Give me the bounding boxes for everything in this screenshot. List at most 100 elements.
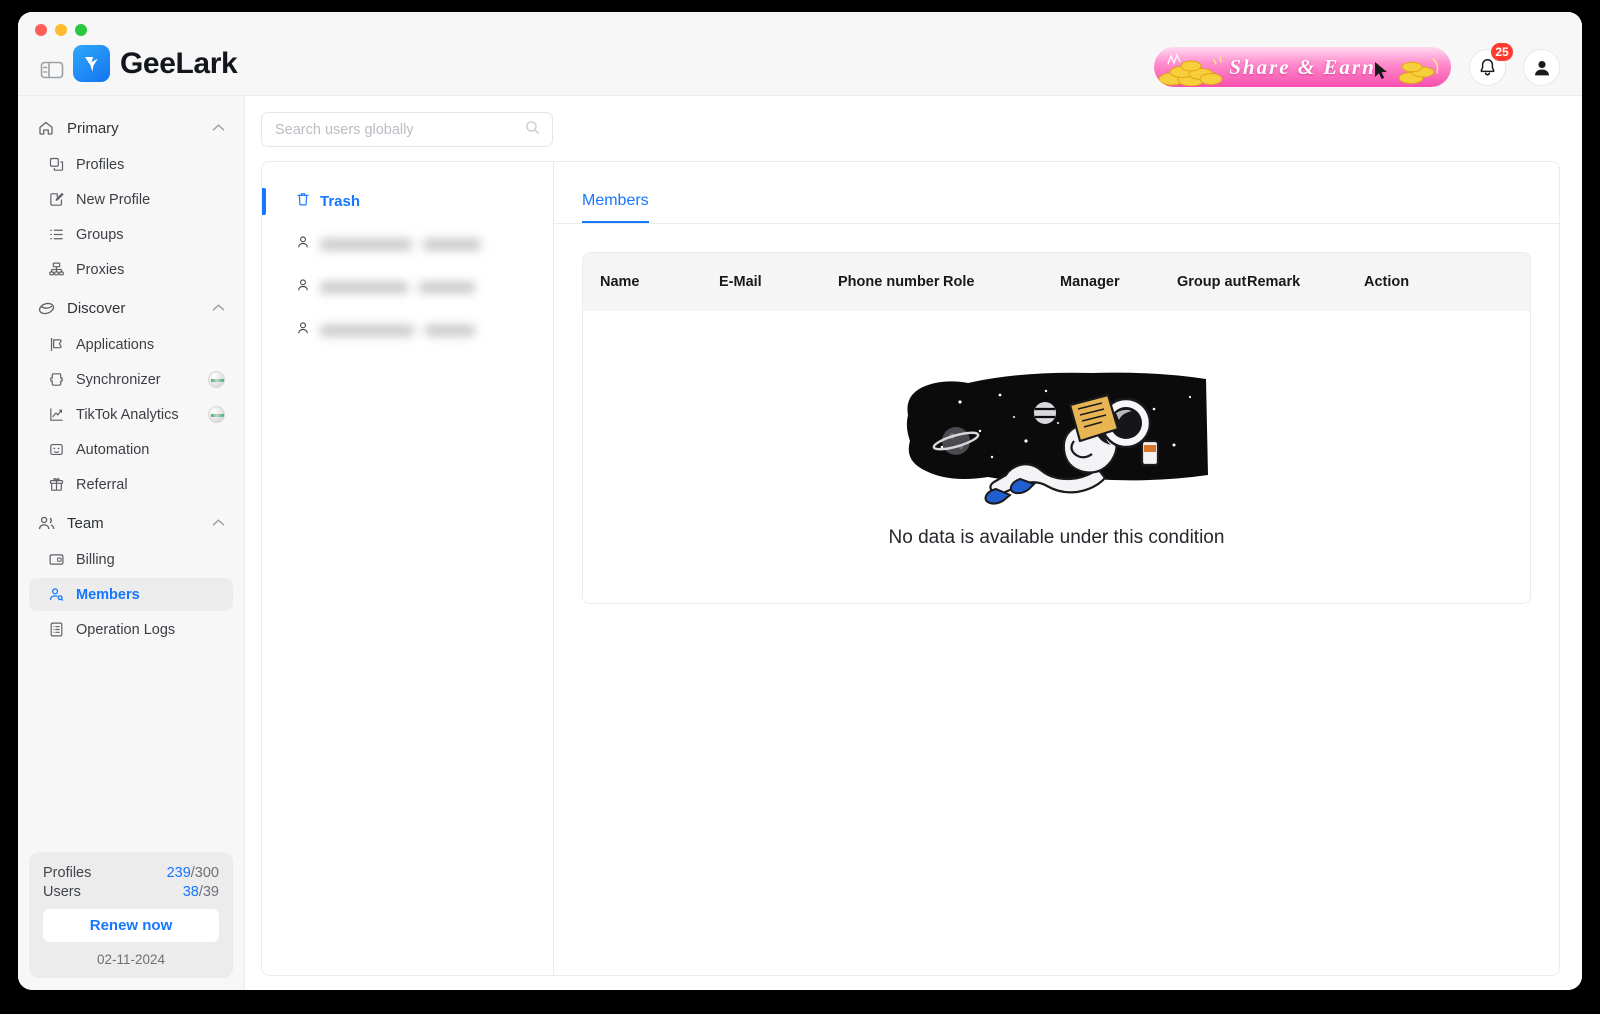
close-window-button[interactable] <box>35 24 47 36</box>
chevron-up-icon[interactable] <box>212 299 225 317</box>
sidebar-item-label: Profiles <box>76 156 125 173</box>
renew-now-button[interactable]: Renew now <box>43 909 219 942</box>
column-header-manager[interactable]: Manager <box>1060 274 1177 290</box>
quota-users-row: Users 38/39 <box>43 884 219 900</box>
bell-icon <box>1480 59 1495 76</box>
new-profile-icon <box>48 191 67 208</box>
tree-item-user-redacted[interactable] <box>262 309 553 352</box>
redacted-user-name <box>320 325 475 336</box>
tree-item-user-redacted[interactable] <box>262 223 553 266</box>
maximize-window-button[interactable] <box>75 24 87 36</box>
sidebar-item-referral[interactable]: Referral <box>29 468 233 501</box>
tree-item-trash[interactable]: Trash <box>262 180 553 223</box>
brand: GeeLark <box>73 45 238 82</box>
team-people-icon <box>37 514 57 533</box>
sidebar-toggle-icon[interactable] <box>39 59 65 81</box>
quota-profiles-label: Profiles <box>43 865 92 881</box>
sidebar-item-members[interactable]: Members <box>29 578 233 611</box>
planet-small-icon <box>1033 402 1056 424</box>
window-traffic-lights <box>35 24 87 36</box>
sidebar-item-automation[interactable]: Automation <box>29 433 233 466</box>
notifications-button[interactable]: 25 <box>1469 43 1513 86</box>
sidebar-group-label: Discover <box>67 299 126 317</box>
user-avatar-button[interactable] <box>1523 49 1560 86</box>
sidebar-item-label: Synchronizer <box>76 371 161 388</box>
sidebar-nav: Primary Profiles New Profile Groups Prox… <box>18 106 244 852</box>
astronaut-reading-in-space-icon <box>906 372 1208 505</box>
search-users-box[interactable] <box>261 112 553 147</box>
members-person-icon <box>48 586 67 603</box>
sidebar-item-new-profile[interactable]: New Profile <box>29 183 233 216</box>
sidebar-item-label: Operation Logs <box>76 621 176 638</box>
column-header-phone[interactable]: Phone number <box>838 274 943 290</box>
redacted-user-name <box>320 239 481 250</box>
members-table: Name E-Mail Phone number Role Manager Gr… <box>582 252 1531 604</box>
sidebar-group-discover[interactable]: Discover <box>29 291 233 325</box>
panes: Trash Members Name E-Mail Phone number R… <box>261 161 1560 976</box>
search-icon[interactable] <box>524 119 541 141</box>
sidebar-item-label: Automation <box>76 441 150 458</box>
share-and-earn-banner[interactable]: Share & Earn <box>1154 47 1451 87</box>
sidebar-item-label: Members <box>76 586 140 603</box>
column-header-remark[interactable]: Remark <box>1247 274 1364 290</box>
sidebar-item-label: Referral <box>76 476 128 493</box>
column-header-group-authorization[interactable]: Group authoriz <box>1177 274 1247 290</box>
sidebar-item-proxies[interactable]: Proxies <box>29 253 233 286</box>
sidebar-item-tiktok-analytics[interactable]: TikTok Analytics <box>29 398 233 431</box>
tab-bar: Members <box>554 162 1559 224</box>
chevron-up-icon[interactable] <box>212 514 225 532</box>
trash-icon <box>295 191 311 212</box>
tab-members[interactable]: Members <box>582 192 649 223</box>
search-input[interactable] <box>275 121 524 138</box>
quota-users-total: /39 <box>198 884 219 900</box>
synchronizer-icon <box>48 371 67 388</box>
cursor-icon <box>1375 62 1387 79</box>
tree-item-user-redacted[interactable] <box>262 266 553 309</box>
table-header-row: Name E-Mail Phone number Role Manager Gr… <box>583 253 1530 311</box>
quota-card: Profiles 239/300 Users 38/39 Renew now 0… <box>29 852 233 978</box>
coins-icon <box>1398 58 1439 84</box>
column-header-role[interactable]: Role <box>943 274 1060 290</box>
sidebar-item-operation-logs[interactable]: Operation Logs <box>29 613 233 646</box>
tree-item-label: Trash <box>320 193 361 210</box>
user-avatar-icon <box>1534 60 1549 75</box>
sidebar-item-label: Applications <box>76 336 155 353</box>
person-icon <box>295 277 311 298</box>
column-header-action[interactable]: Action <box>1364 274 1464 290</box>
quota-profiles-used: 239 <box>166 865 191 881</box>
sidebar-item-label: TikTok Analytics <box>76 406 179 423</box>
quota-users-label: Users <box>43 884 81 900</box>
sidebar-item-profiles[interactable]: Profiles <box>29 148 233 181</box>
groups-list-icon <box>48 226 67 243</box>
quota-profiles-total: /300 <box>190 865 219 881</box>
titlebar: GeeLark Share & Earn 25 <box>18 12 1582 96</box>
analytics-chart-icon <box>48 406 67 423</box>
sidebar-group-label: Team <box>67 514 104 532</box>
sidebar-item-synchronizer[interactable]: Synchronizer <box>29 363 233 396</box>
quota-users-value: 38/39 <box>183 884 219 900</box>
sidebar-item-label: Proxies <box>76 261 125 278</box>
minimize-window-button[interactable] <box>55 24 67 36</box>
user-tree-pane: Trash <box>261 161 553 976</box>
quota-expiry-date: 02-11-2024 <box>96 952 166 967</box>
app-window: GeeLark Share & Earn 25 Primary Profiles… <box>18 12 1582 990</box>
column-header-email[interactable]: E-Mail <box>719 274 838 290</box>
discover-cloud-icon <box>37 299 57 318</box>
sidebar-item-label: Groups <box>76 226 124 243</box>
sidebar-group-primary[interactable]: Primary <box>29 111 233 145</box>
proxies-network-icon <box>48 261 67 278</box>
sidebar-item-label: New Profile <box>76 191 151 208</box>
body: Primary Profiles New Profile Groups Prox… <box>18 96 1582 990</box>
applications-icon <box>48 336 67 353</box>
person-icon <box>295 320 311 341</box>
sidebar-item-groups[interactable]: Groups <box>29 218 233 251</box>
sidebar-item-billing[interactable]: Billing <box>29 543 233 576</box>
chevron-up-icon[interactable] <box>212 119 225 137</box>
sidebar-item-applications[interactable]: Applications <box>29 328 233 361</box>
new-feature-badge <box>208 406 225 423</box>
billing-card-icon <box>48 551 67 568</box>
sidebar-group-team[interactable]: Team <box>29 506 233 540</box>
column-header-name[interactable]: Name <box>600 274 719 290</box>
notification-badge: 25 <box>1491 43 1513 61</box>
members-pane: Members Name E-Mail Phone number Role Ma… <box>553 161 1560 976</box>
